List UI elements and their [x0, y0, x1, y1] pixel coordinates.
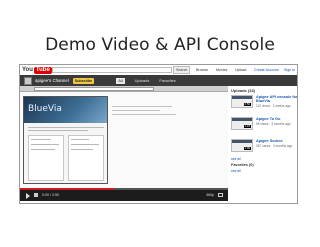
play-icon[interactable] — [26, 193, 30, 199]
bluevia-panel-line — [31, 149, 55, 150]
search-input[interactable] — [52, 67, 172, 73]
slide-title: Demo Video & API Console — [45, 35, 275, 55]
youtube-top-bar: You Tube Search Browse Movies Upload Cre… — [20, 65, 297, 75]
uploads-see-all-link[interactable]: see all — [231, 157, 241, 161]
nav-upload[interactable]: Upload — [235, 67, 246, 73]
channel-sidebar: Uploads (33) 2:50 Apigee API console for… — [229, 86, 297, 203]
quality-button[interactable]: 360p — [206, 192, 214, 198]
video-thumbnail[interactable]: 2:50 — [231, 95, 253, 108]
video-duration: 1:24 — [243, 124, 251, 128]
recorded-url-bar — [34, 87, 154, 91]
video-meta: 96 views · 3 months ago — [256, 122, 291, 126]
progress-fill — [20, 188, 114, 190]
bluevia-left-panel — [28, 135, 64, 181]
bluevia-console-window: BlueVia — [23, 96, 108, 184]
tab-favorites[interactable]: Favorites — [159, 78, 175, 83]
nav-browse[interactable]: Browse — [196, 67, 208, 73]
video-meta: 110 views · 2 weeks ago — [256, 104, 291, 108]
subscribe-button[interactable]: Subscribe — [72, 77, 95, 84]
video-title[interactable]: Apigee To Go — [256, 117, 297, 121]
bluevia-text-line — [28, 127, 104, 128]
thumbnail-header — [232, 96, 252, 99]
video-player[interactable]: BlueVia 0:00 / 2:50 360p — [20, 86, 228, 201]
thumbnail-header — [232, 140, 252, 143]
bluevia-panel-line — [71, 139, 89, 140]
channel-name[interactable]: apigee's Channel — [35, 78, 69, 83]
player-controls: 0:00 / 2:50 360p — [20, 188, 228, 201]
recorded-page-text — [112, 106, 182, 118]
progress-bar[interactable] — [20, 188, 228, 190]
favorites-see-all-link[interactable]: see all — [231, 169, 241, 173]
tab-uploads[interactable]: Uploads — [135, 78, 150, 83]
bluevia-panel-line — [71, 144, 99, 145]
logo-tube: Tube — [33, 66, 52, 74]
screenshot-frame: You Tube Search Browse Movies Upload Cre… — [19, 64, 298, 204]
bluevia-panel-line — [31, 144, 59, 145]
upload-item[interactable]: 2:50 Apigee API console for BlueVia 110 … — [231, 95, 297, 109]
bluevia-logo: BlueVia — [28, 104, 62, 114]
bluevia-right-panel — [68, 135, 104, 181]
favorites-header[interactable]: Favorites (0) — [231, 163, 254, 167]
channel-avatar[interactable] — [24, 76, 32, 85]
bluevia-panel-line — [71, 149, 93, 150]
nav-movies[interactable]: Movies — [216, 67, 227, 73]
bluevia-panel-line — [31, 139, 51, 140]
nav-sign-in[interactable]: Sign In — [284, 67, 295, 73]
video-thumbnail[interactable]: 1:09 — [231, 139, 253, 152]
nav-create-account[interactable]: Create Account — [254, 67, 279, 73]
bluevia-text-line — [28, 130, 88, 131]
channel-header: apigee's Channel Subscribe All Uploads F… — [20, 75, 297, 86]
fullscreen-icon[interactable] — [218, 193, 223, 197]
recorded-webpage: BlueVia — [20, 92, 228, 188]
video-meta: 367 views · 3 months ago — [256, 144, 293, 148]
search-button[interactable]: Search — [173, 66, 191, 74]
thumbnail-header — [232, 118, 252, 121]
tab-all[interactable]: All — [116, 77, 125, 84]
video-thumbnail[interactable]: 1:24 — [231, 117, 253, 130]
upload-item[interactable]: 1:09 Apigee Source 367 views · 3 months … — [231, 139, 297, 153]
youtube-logo[interactable]: You Tube — [22, 66, 52, 74]
video-title[interactable]: Apigee API console for BlueVia — [256, 95, 297, 103]
video-title[interactable]: Apigee Source — [256, 139, 297, 143]
uploads-header[interactable]: Uploads (33) — [231, 88, 255, 93]
video-duration: 2:50 — [243, 102, 251, 106]
upload-item[interactable]: 1:24 Apigee To Go 96 views · 3 months ag… — [231, 117, 297, 131]
volume-icon[interactable] — [34, 193, 38, 197]
bluevia-header: BlueVia — [24, 97, 107, 123]
logo-you: You — [22, 67, 33, 73]
time-display: 0:00 / 2:50 — [42, 193, 59, 197]
video-duration: 1:09 — [243, 146, 251, 150]
